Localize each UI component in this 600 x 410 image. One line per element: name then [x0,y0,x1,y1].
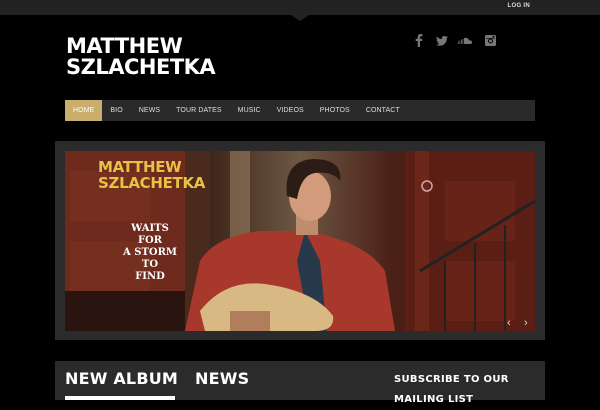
nav-item-news[interactable]: NEWS [131,100,168,121]
nav-item-bio[interactable]: BIO [102,100,130,121]
hero-slide[interactable]: MATTHEW SZLACHETKA WAITS FOR A STORM TO … [65,151,535,331]
nav-item-contact[interactable]: CONTACT [358,100,408,121]
facebook-icon[interactable] [412,34,425,47]
album-cover-thumbnail[interactable] [65,396,175,400]
content-panels: NEW ALBUM NEWS SUBSCRIBE TO OUR MAILING … [55,361,545,405]
twitter-icon[interactable] [435,34,448,47]
slider-next-icon[interactable]: › [524,318,528,329]
news-heading: NEWS [195,369,250,388]
slide-artist-line2: SZLACHETKA [98,174,206,192]
hero-slider: MATTHEW SZLACHETKA WAITS FOR A STORM TO … [55,141,545,340]
slider-prev-icon[interactable]: ‹ [507,318,511,329]
nav-item-music[interactable]: MUSIC [230,100,269,121]
slide-tagline-line: FIND [135,271,165,282]
nav-item-tour-dates[interactable]: TOUR DATES [168,100,229,121]
login-link[interactable]: LOG IN [508,3,530,9]
nav-item-photos[interactable]: PHOTOS [312,100,358,121]
slide-artist-line1: MATTHEW [98,158,182,176]
social-links [412,34,497,47]
top-bar: LOG IN [0,0,600,15]
subscribe-heading: SUBSCRIBE TO OUR MAILING LIST [394,374,509,405]
top-bar-notch [291,15,309,21]
slide-artist-name: MATTHEW SZLACHETKA [98,159,205,191]
site-title-line2: SZLACHETKA [66,55,216,79]
instagram-icon[interactable] [484,34,497,47]
nav-item-videos[interactable]: VIDEOS [269,100,312,121]
soundcloud-icon[interactable] [458,34,474,47]
main-nav: HOME BIO NEWS TOUR DATES MUSIC VIDEOS PH… [65,100,535,121]
slide-tagline-line: WAITS [131,223,169,234]
site-title-line1: MATTHEW [66,34,183,58]
slide-album-title: WAITS FOR A STORM TO FIND [120,223,180,283]
nav-item-home[interactable]: HOME [65,100,103,121]
slide-tagline-line: A STORM [123,247,177,258]
slide-tagline-line: FOR [137,235,163,246]
site-title[interactable]: MATTHEW SZLACHETKA [66,36,266,78]
new-album-heading: NEW ALBUM [65,369,179,388]
slide-tagline-line: TO [141,259,159,270]
